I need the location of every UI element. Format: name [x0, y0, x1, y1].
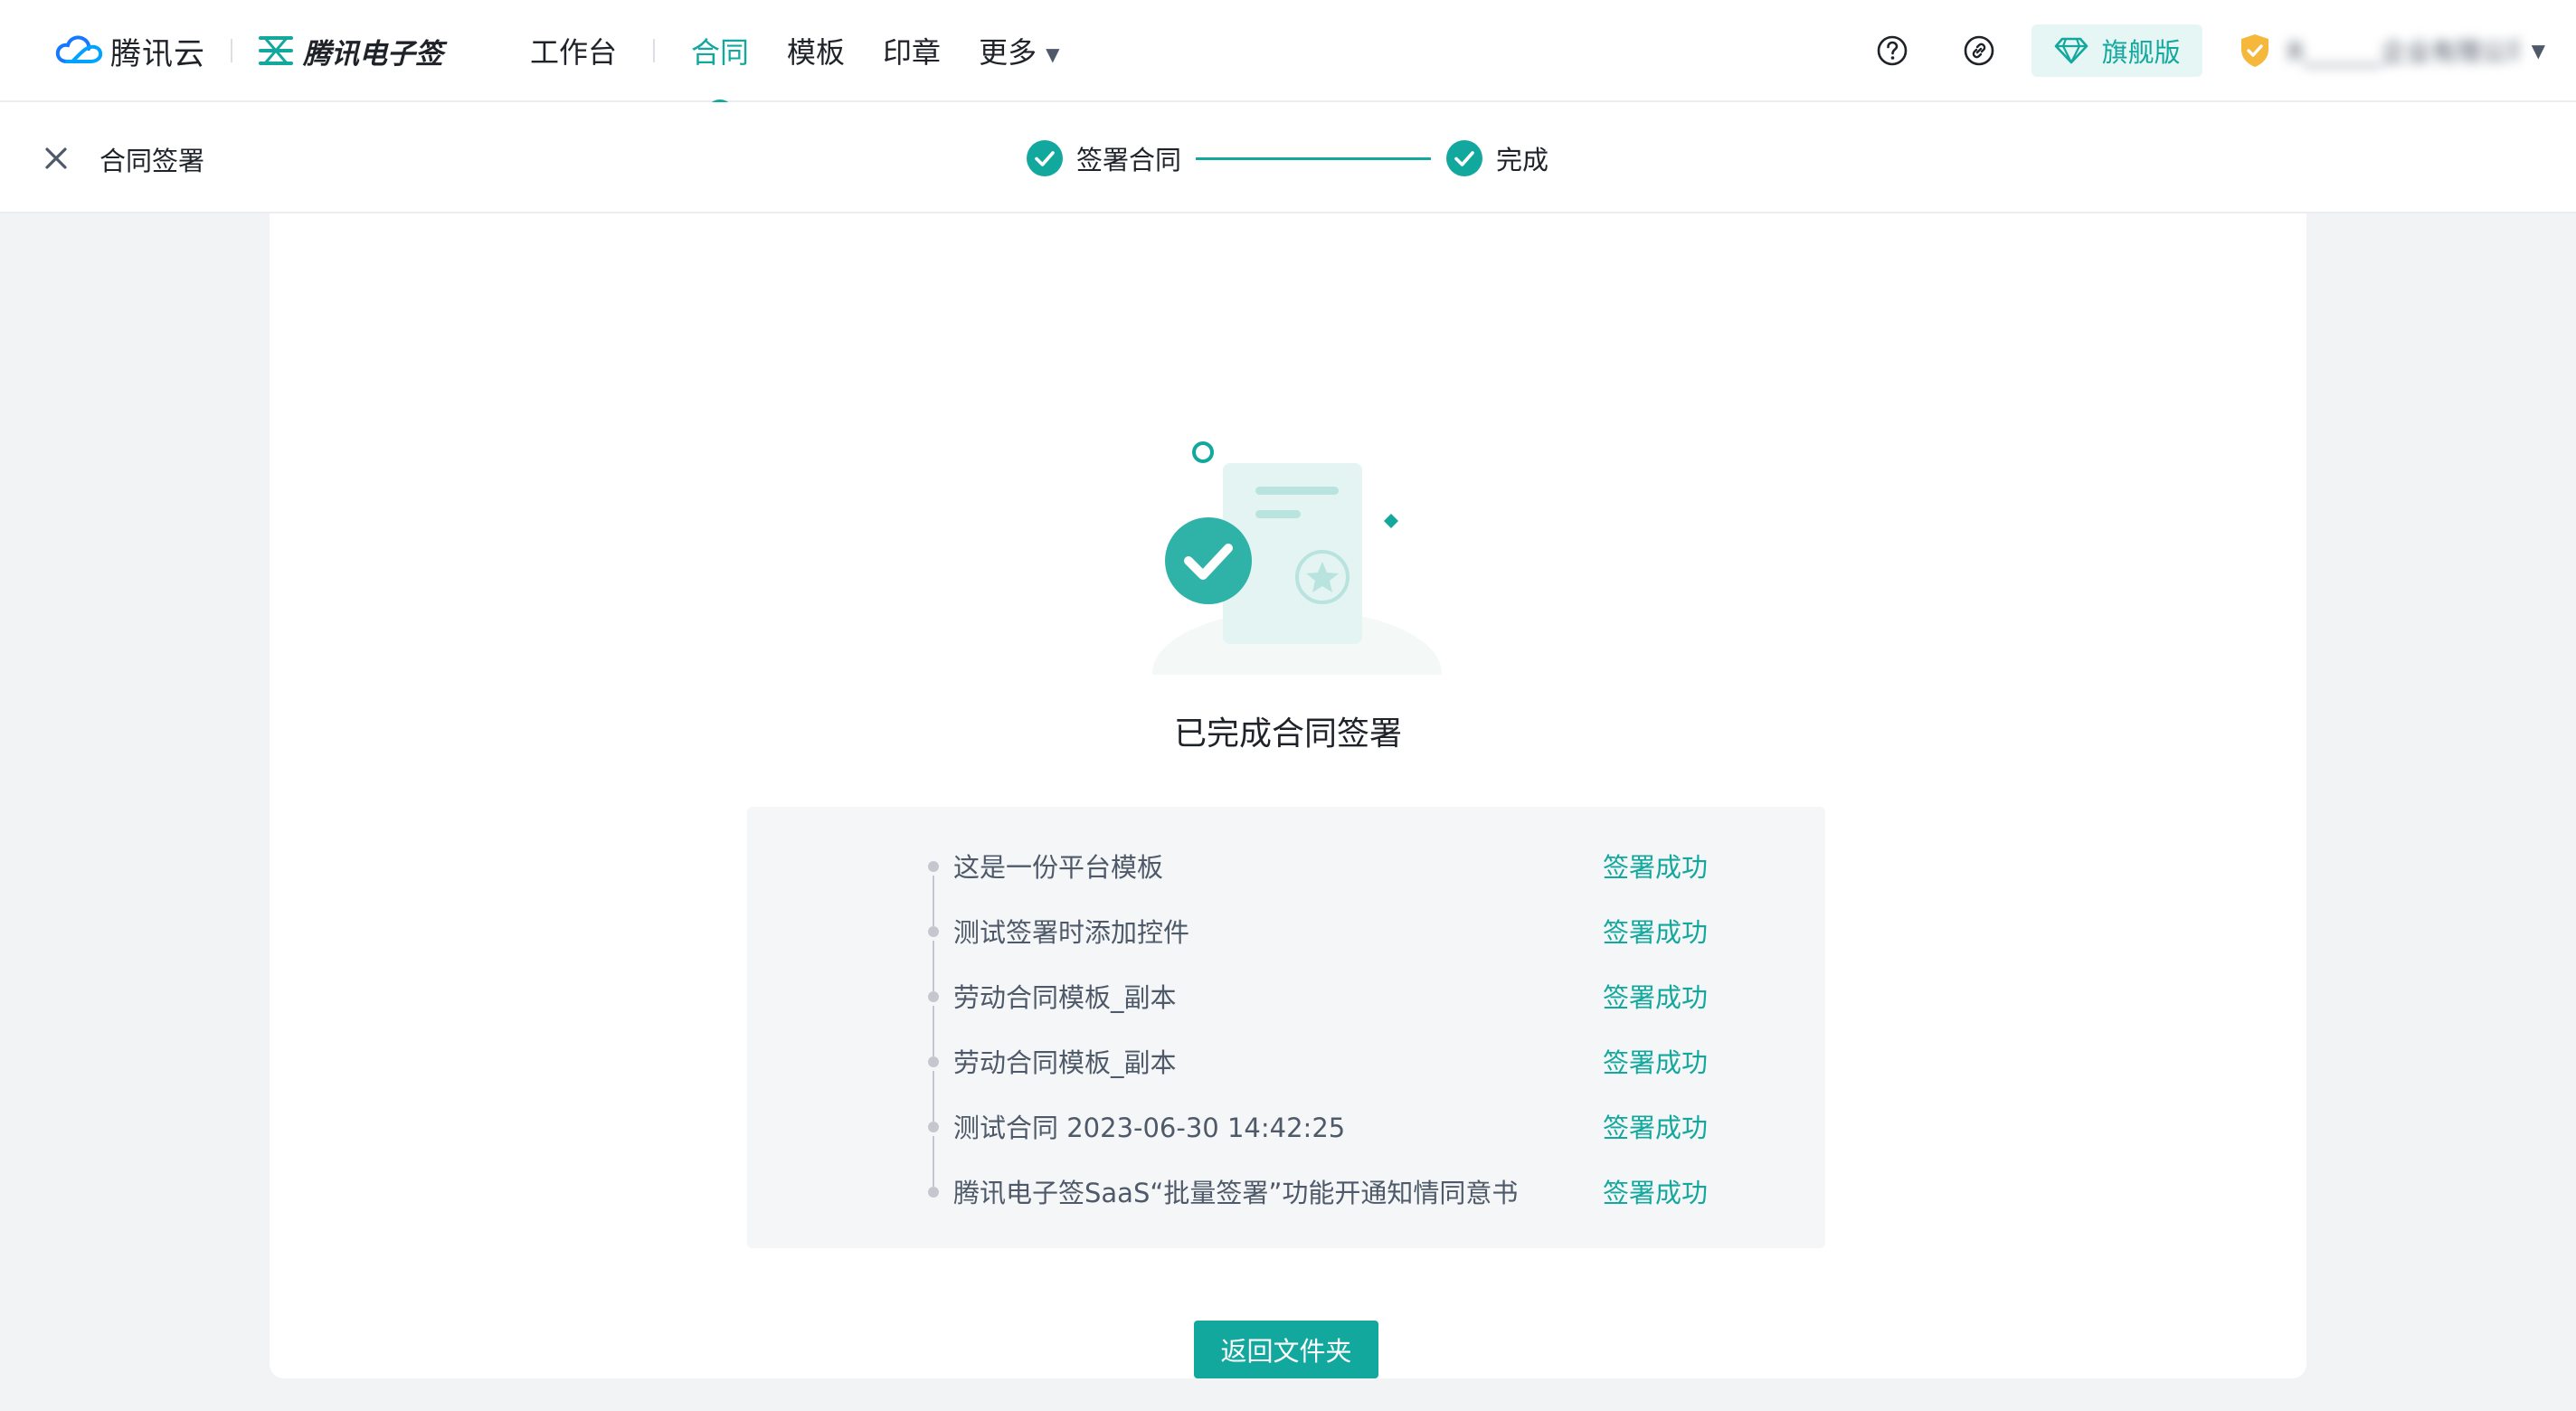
sign-status: 签署成功	[1603, 917, 1709, 948]
timeline-dot	[928, 1122, 939, 1132]
org-switcher[interactable]: R______企业有限公司 ▼	[2239, 33, 2545, 69]
sub-header: 合同签署 签署合同 完成	[0, 102, 2576, 213]
signed-contract-list: 这是一份平台模板 签署成功 测试签署时添加控件 签署成功 劳动合同模板_副本 签…	[928, 847, 1708, 1237]
step-connector	[1196, 156, 1432, 160]
result-panel: 这是一份平台模板 签署成功 测试签署时添加控件 签署成功 劳动合同模板_副本 签…	[747, 807, 1825, 1248]
plan-badge[interactable]: 旗舰版	[2031, 24, 2202, 77]
brand[interactable]: 腾讯云 腾讯电子签	[54, 27, 443, 74]
contract-name: 测试签署时添加控件	[953, 917, 1190, 948]
contract-name: 这是一份平台模板	[953, 852, 1164, 883]
caret-down-icon: ▼	[2531, 40, 2545, 62]
nav-more[interactable]: 更多 ▼	[979, 30, 1059, 71]
timeline-dot	[928, 1056, 939, 1067]
progress-steps: 签署合同 完成	[1026, 137, 1548, 180]
sign-status: 签署成功	[1603, 982, 1709, 1013]
help-icon[interactable]	[1876, 34, 1908, 67]
back-to-folder-button[interactable]: 返回文件夹	[1194, 1321, 1378, 1378]
contract-name: 劳动合同模板_副本	[953, 1047, 1177, 1078]
tencent-cloud-logo-icon	[55, 35, 103, 63]
timeline-dot	[928, 991, 939, 1002]
list-item: 劳动合同模板_副本 签署成功	[928, 1042, 1708, 1122]
brand-divider	[231, 39, 232, 62]
header-actions: 旗舰版 R______企业有限公司 ▼	[1876, 22, 2576, 80]
plan-label: 旗舰版	[2101, 37, 2181, 68]
result-title: 已完成合同签署	[1173, 715, 1402, 753]
caret-down-icon: ▼	[1046, 43, 1060, 65]
nav-template[interactable]: 模板	[787, 30, 845, 71]
link-icon[interactable]	[1963, 34, 1995, 67]
esign-product-name: 腾讯电子签	[303, 37, 443, 71]
nav-seal[interactable]: 印章	[883, 30, 941, 71]
timeline-dot	[928, 1187, 939, 1198]
main-nav: 工作台 合同 模板 印章 更多 ▼	[530, 25, 1097, 114]
nav-contract[interactable]: 合同	[691, 30, 750, 114]
result-card: 已完成合同签署 这是一份平台模板 签署成功 测试签署时添加控件 签署成功 劳动合…	[270, 213, 2306, 1378]
step-complete: 完成	[1445, 139, 1548, 177]
nav-divider	[653, 39, 656, 62]
contract-name: 测试合同 2023-06-30 14:42:25	[953, 1113, 1346, 1143]
nav-contract-label: 合同	[691, 35, 750, 70]
step-label: 完成	[1496, 145, 1549, 175]
org-name: R______企业有限公司	[2287, 37, 2519, 67]
esign-logo-icon	[259, 36, 293, 65]
check-circle-icon	[1446, 140, 1483, 176]
sign-status: 签署成功	[1603, 1047, 1709, 1078]
top-header: 腾讯云 腾讯电子签 工作台 合同 模板 印章 更多 ▼ 旗舰版 R______企…	[0, 0, 2576, 114]
nav-workbench[interactable]: 工作台	[530, 30, 617, 71]
sign-status: 签署成功	[1603, 1113, 1709, 1143]
close-icon[interactable]	[40, 142, 72, 175]
list-item: 测试合同 2023-06-30 14:42:25 签署成功	[928, 1107, 1708, 1187]
page-title: 合同签署	[99, 146, 205, 176]
diamond-icon	[2054, 37, 2088, 64]
list-item: 这是一份平台模板 签署成功	[928, 847, 1708, 926]
list-item: 测试签署时添加控件 签署成功	[928, 912, 1708, 991]
check-circle-icon	[1027, 140, 1063, 176]
signed-document-illustration-icon	[1152, 441, 1442, 675]
timeline-dot	[928, 861, 939, 872]
nav-more-label: 更多	[979, 35, 1037, 70]
contract-name: 劳动合同模板_副本	[953, 982, 1177, 1013]
shield-check-icon	[2240, 34, 2268, 67]
list-item: 劳动合同模板_副本 签署成功	[928, 977, 1708, 1056]
step-label: 签署合同	[1076, 145, 1182, 175]
sign-status: 签署成功	[1603, 852, 1709, 883]
list-item: 腾讯电子签SaaS“批量签署”功能开通知情同意书 签署成功	[928, 1172, 1708, 1237]
step-sign-contract: 签署合同	[1026, 139, 1181, 177]
sign-status: 签署成功	[1603, 1178, 1709, 1208]
timeline-dot	[928, 926, 939, 937]
contract-name: 腾讯电子签SaaS“批量签署”功能开通知情同意书	[953, 1178, 1519, 1208]
tencent-cloud-name: 腾讯云	[110, 35, 205, 72]
